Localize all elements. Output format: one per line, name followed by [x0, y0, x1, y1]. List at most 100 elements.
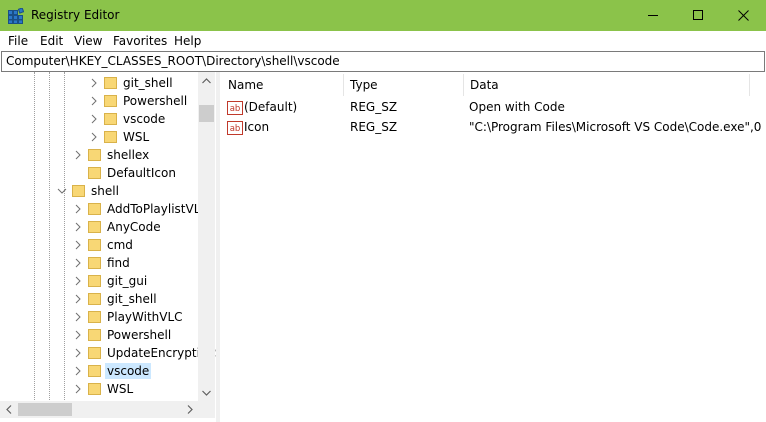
chevron-right-icon[interactable] — [89, 78, 99, 88]
tree-item[interactable]: vscode — [0, 110, 198, 128]
tree-item[interactable]: AddToPlaylistVLC — [0, 200, 209, 218]
folder-icon — [88, 221, 101, 233]
chevron-right-icon[interactable] — [73, 348, 83, 358]
column-header-data[interactable]: Data — [463, 74, 749, 96]
vertical-scroll-thumb[interactable] — [199, 105, 214, 122]
tree-item[interactable]: shellex — [0, 146, 198, 164]
tree-item[interactable]: UpdateEncryptionSettings — [0, 344, 216, 362]
chevron-right-icon[interactable] — [73, 240, 83, 250]
scroll-right-button[interactable] — [181, 401, 198, 418]
tree-item[interactable]: Powershell — [0, 326, 198, 344]
chevron-right-icon[interactable] — [73, 204, 83, 214]
chevron-right-icon[interactable] — [73, 150, 83, 160]
tree-item-label[interactable]: cmd — [105, 237, 135, 253]
menu-favorites[interactable]: Favorites — [112, 34, 168, 48]
tree-item-label[interactable]: Powershell — [121, 93, 189, 109]
scroll-up-button[interactable] — [198, 72, 215, 89]
tree-item[interactable]: AnyCode — [0, 218, 198, 236]
tree-item-label[interactable]: AddToPlaylistVLC — [105, 201, 211, 217]
tree-item-label[interactable]: vscode — [121, 111, 167, 127]
chevron-down-icon[interactable] — [57, 186, 67, 196]
chevron-right-icon[interactable] — [89, 114, 99, 124]
tree-item-label[interactable]: Powershell — [105, 327, 173, 343]
minimize-icon — [648, 15, 658, 16]
menu-help[interactable]: Help — [173, 34, 202, 48]
column-header-type[interactable]: Type — [343, 74, 463, 96]
scroll-left-button[interactable] — [0, 401, 17, 418]
menu-view[interactable]: View — [73, 34, 103, 48]
chevron-down-icon — [202, 390, 211, 396]
folder-icon — [88, 293, 101, 305]
tree-item[interactable]: DefaultIcon — [0, 164, 198, 182]
folder-icon — [88, 257, 101, 269]
address-bar[interactable]: Computer\HKEY_CLASSES_ROOT\Directory\she… — [1, 51, 765, 72]
key-tree-pane[interactable]: git_shell Powershell vscode WSL shellex Defau… — [0, 72, 216, 422]
pane-splitter[interactable] — [216, 72, 220, 422]
column-divider[interactable] — [749, 74, 750, 96]
chevron-right-icon[interactable] — [73, 330, 83, 340]
chevron-right-icon[interactable] — [73, 312, 83, 322]
folder-icon — [88, 149, 101, 161]
tree-item-label[interactable]: find — [105, 255, 132, 271]
value-name: (Default) — [244, 100, 298, 114]
tree-item[interactable]: git_shell — [0, 74, 198, 92]
tree-item-label[interactable]: git_gui — [105, 273, 149, 289]
folder-icon — [88, 311, 101, 323]
menu-edit[interactable]: Edit — [39, 34, 64, 48]
registry-editor-app-icon — [8, 8, 24, 24]
tree-item[interactable]: git_shell — [0, 290, 198, 308]
tree-item[interactable]: WSL — [0, 128, 198, 146]
folder-icon — [88, 383, 101, 395]
close-button[interactable] — [721, 0, 766, 31]
registry-editor-window: Registry Editor File Edit View Favorites… — [0, 0, 766, 422]
tree-item-label[interactable]: git_shell — [105, 291, 159, 307]
title-bar[interactable]: Registry Editor — [0, 0, 766, 31]
chevron-right-icon[interactable] — [73, 258, 83, 268]
column-header-name[interactable]: Name — [221, 74, 343, 96]
tree-item-label[interactable]: WSL — [105, 381, 135, 397]
tree-item[interactable]: shell — [0, 182, 198, 200]
chevron-right-icon[interactable] — [73, 384, 83, 394]
folder-icon — [88, 167, 101, 179]
horizontal-scroll-thumb[interactable] — [18, 403, 72, 416]
tree-horizontal-scrollbar[interactable] — [0, 401, 198, 418]
value-row[interactable]: ab (Default) REG_SZ Open with Code — [221, 98, 766, 118]
tree-item[interactable]: Powershell — [0, 92, 198, 110]
tree-item-label[interactable]: PlayWithVLC — [105, 309, 185, 325]
value-type: REG_SZ — [350, 120, 398, 134]
chevron-right-icon[interactable] — [73, 276, 83, 286]
tree-item[interactable]: cmd — [0, 236, 198, 254]
chevron-right-icon[interactable] — [89, 132, 99, 142]
chevron-right-icon[interactable] — [73, 294, 83, 304]
chevron-left-icon — [5, 405, 11, 414]
tree-vertical-scrollbar[interactable] — [198, 72, 215, 401]
column-header-row: Name Type Data — [221, 74, 766, 96]
value-type: REG_SZ — [350, 100, 398, 114]
value-data: Open with Code — [469, 100, 565, 114]
tree-item[interactable]: git_gui — [0, 272, 198, 290]
tree-item-label[interactable]: git_shell — [121, 75, 175, 91]
address-path[interactable]: Computer\HKEY_CLASSES_ROOT\Directory\she… — [6, 54, 340, 68]
tree-item[interactable]: PlayWithVLC — [0, 308, 198, 326]
tree-item-label[interactable]: shellex — [105, 147, 151, 163]
tree-item-label[interactable]: DefaultIcon — [105, 165, 178, 181]
value-name: Icon — [244, 120, 270, 134]
chevron-right-icon[interactable] — [73, 366, 83, 376]
tree-item-label-selected[interactable]: vscode — [105, 363, 152, 379]
chevron-right-icon[interactable] — [73, 222, 83, 232]
values-list-pane[interactable]: Name Type Data ab (Default) REG_SZ Open … — [221, 72, 766, 422]
scroll-down-button[interactable] — [198, 384, 215, 401]
tree-item-label[interactable]: shell — [89, 183, 121, 199]
value-row[interactable]: ab Icon REG_SZ "C:\Program Files\Microso… — [221, 118, 766, 138]
menu-file[interactable]: File — [7, 34, 29, 48]
tree-item[interactable]: WSL — [0, 380, 198, 398]
folder-icon — [88, 347, 101, 359]
tree-item-label[interactable]: WSL — [121, 129, 151, 145]
tree-item[interactable]: find — [0, 254, 198, 272]
chevron-right-icon — [187, 405, 193, 414]
minimize-button[interactable] — [631, 0, 676, 31]
chevron-right-icon[interactable] — [89, 96, 99, 106]
maximize-button[interactable] — [676, 0, 721, 31]
tree-item[interactable]: vscode — [0, 362, 198, 380]
tree-item-label[interactable]: AnyCode — [105, 219, 163, 235]
